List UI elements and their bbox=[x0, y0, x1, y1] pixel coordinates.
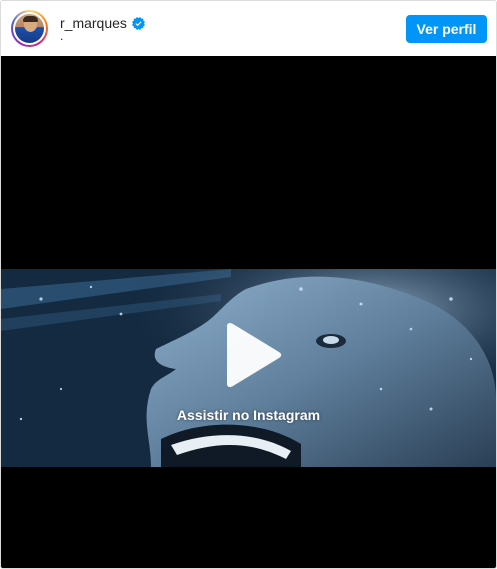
post-subtitle: . bbox=[60, 29, 64, 43]
instagram-embed: r_marques . Ver perfil Assistir no Insta… bbox=[0, 0, 497, 569]
username-row: r_marques bbox=[60, 14, 145, 32]
verified-badge-icon bbox=[131, 16, 145, 30]
watch-on-instagram-link[interactable]: Assistir no Instagram bbox=[1, 407, 496, 423]
avatar[interactable] bbox=[11, 10, 48, 47]
avatar-image bbox=[15, 14, 44, 43]
video-player[interactable]: Assistir no Instagram bbox=[1, 56, 496, 568]
username-link[interactable]: r_marques bbox=[60, 15, 127, 31]
play-icon[interactable] bbox=[219, 322, 283, 388]
post-header: r_marques . Ver perfil bbox=[1, 1, 496, 56]
view-profile-button[interactable]: Ver perfil bbox=[406, 15, 487, 43]
